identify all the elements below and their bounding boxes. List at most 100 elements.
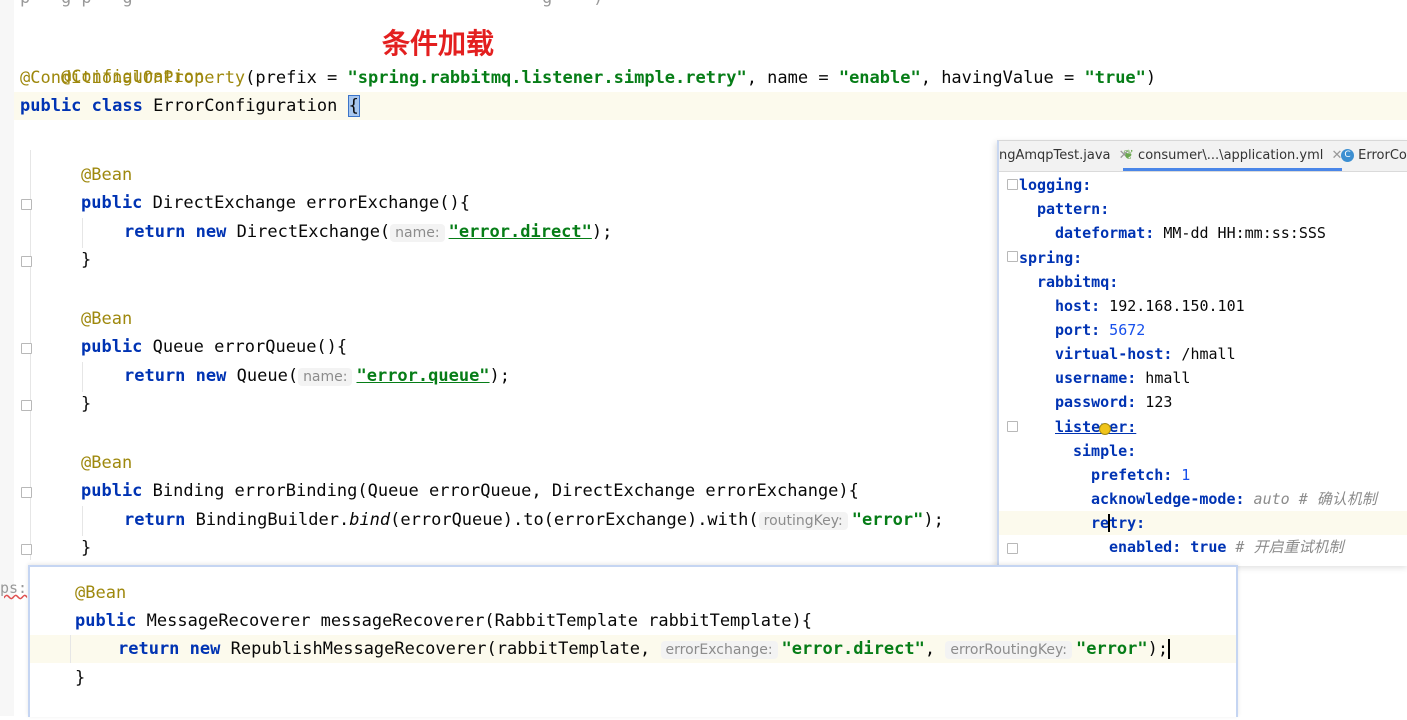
string-argument: "error" [851, 510, 924, 530]
closing-brace: } [81, 534, 91, 562]
yml-line[interactable]: port: 5672 [1055, 318, 1145, 342]
yml-value: 192.168.150.101 [1100, 297, 1245, 315]
parameter-hint: errorRoutingKey: [945, 641, 1072, 659]
closing-brace-text: } [75, 668, 86, 688]
closing-brace-text: } [81, 250, 92, 270]
yml-line[interactable]: virtual-host: /hmall [1055, 342, 1236, 366]
bean-annotation-text: @Bean [81, 165, 133, 185]
yml-value: /hmall [1172, 345, 1236, 363]
closing-brace: } [75, 664, 85, 692]
yml-key: simple: [1073, 442, 1137, 460]
bean-annotation: @Bean [75, 579, 126, 607]
yml-value: true [1181, 538, 1227, 556]
builder-class: BindingBuilder. [195, 510, 350, 530]
annotation-title: 条件加载 [382, 27, 495, 60]
closing-brace-text: } [81, 538, 92, 558]
having-value: "true" [1084, 68, 1146, 88]
method-signature-text: MessageRecoverer messageRecoverer(Rabbit… [146, 611, 812, 631]
yml-line[interactable]: password: 123 [1055, 390, 1172, 414]
bean-annotation: @Bean [81, 161, 132, 189]
constructor-call: DirectExchange( [236, 222, 391, 242]
yml-line[interactable]: simple: [1073, 439, 1136, 463]
yml-key: dateformat: [1055, 224, 1155, 242]
fold-icon[interactable] [21, 544, 32, 555]
yml-line[interactable]: username: hmall [1055, 366, 1190, 390]
yml-line[interactable]: pattern: [1037, 197, 1109, 221]
tab-error-config[interactable]: C ErrorCon [1341, 141, 1407, 171]
yml-line[interactable]: retry: [1091, 511, 1145, 535]
yml-line[interactable]: spring: [1019, 246, 1082, 270]
yml-line[interactable]: logging: [1019, 173, 1091, 197]
yml-line[interactable]: enabled: true # 开启重试机制 [1109, 535, 1344, 559]
yml-preview-panel[interactable]: ngAmqpTest.java ✕ ❦ consumer\...\applica… [997, 140, 1407, 566]
yml-comment: # 确认机制 [1289, 490, 1377, 508]
yml-key: host: [1055, 297, 1101, 315]
fold-icon[interactable] [21, 487, 32, 498]
yml-line[interactable]: prefetch: 1 [1091, 463, 1190, 487]
fold-icon[interactable] [1007, 421, 1018, 432]
fold-icon[interactable] [21, 256, 32, 267]
string-argument: "error.queue" [356, 366, 490, 386]
yml-key: listener: [1055, 418, 1137, 436]
constructor-call: RepublishMessageRecoverer(rabbitTemplate… [230, 639, 661, 659]
constructor-call: Queue( [236, 366, 299, 386]
fold-icon[interactable] [1007, 179, 1018, 190]
yml-key: username: [1055, 369, 1137, 387]
method-chain: (errorQueue).to(errorExchange).with( [390, 510, 759, 530]
tab-amqp-test[interactable]: ngAmqpTest.java ✕ [999, 141, 1130, 171]
class-declaration-line[interactable]: public class ErrorConfiguration { [20, 92, 360, 120]
parameter-hint: name: [390, 224, 445, 242]
yml-line[interactable]: listener: [1055, 415, 1136, 439]
tab-bar: ngAmqpTest.java ✕ ❦ consumer\...\applica… [999, 141, 1407, 172]
method-signature[interactable]: public Binding errorBinding(Queue errorQ… [81, 477, 859, 505]
name-key: , name = [746, 68, 839, 88]
indent-guide [82, 506, 83, 536]
fold-icon[interactable] [1007, 251, 1018, 262]
text-caret [1168, 639, 1171, 659]
yml-key: password: [1055, 393, 1137, 411]
public-keyword: public [81, 193, 143, 213]
parameter-hint: routingKey: [758, 512, 848, 530]
yml-key: port: [1055, 321, 1101, 339]
configuration-annotation-line[interactable]: @Configuration [20, 35, 204, 87]
recoverer-code-panel[interactable]: @Bean public MessageRecoverer messageRec… [28, 565, 1238, 717]
fold-icon[interactable] [21, 199, 32, 210]
method-signature-text: Binding errorBinding(Queue errorQueue, D… [152, 481, 859, 501]
fold-icon[interactable] [21, 400, 32, 411]
class-icon: C [1341, 149, 1354, 162]
yml-key: pattern: [1037, 200, 1110, 218]
return-statement[interactable]: return new RepublishMessageRecoverer(rab… [118, 635, 1171, 663]
return-statement[interactable]: return new Queue(name: "error.queue"); [124, 362, 510, 390]
method-signature-text: Queue errorQueue(){ [152, 337, 348, 357]
fold-icon[interactable] [21, 343, 32, 354]
yml-line[interactable]: dateformat: MM-dd HH:mm:ss:SSS [1055, 221, 1326, 245]
yml-line[interactable]: rabbitmq: [1037, 270, 1118, 294]
new-keyword: new [189, 639, 221, 659]
editor-gutter [0, 0, 14, 716]
method-signature[interactable]: public MessageRecoverer messageRecoverer… [75, 607, 812, 635]
fold-icon[interactable] [1007, 543, 1018, 554]
tab-application-yml[interactable]: ❦ consumer\...\application.yml ✕ [1123, 141, 1343, 171]
bean-annotation: @Bean [81, 449, 132, 477]
statement-tail: ); [591, 222, 613, 242]
public-keyword: public [81, 481, 143, 501]
yml-key: logging: [1019, 176, 1092, 194]
matched-brace: { [347, 95, 360, 117]
yml-key: retry: [1091, 514, 1146, 532]
mouse-cursor-icon [1099, 423, 1111, 435]
return-statement[interactable]: return new DirectExchange(name: "error.di… [124, 218, 612, 246]
current-line-highlight [999, 511, 1407, 535]
statement-tail: ); [489, 366, 511, 386]
having-key: , havingValue = [920, 68, 1085, 88]
method-signature[interactable]: public Queue errorQueue(){ [81, 333, 347, 361]
statement-tail: ); [1147, 639, 1169, 659]
yml-file-icon: ❦ [1123, 148, 1134, 163]
conditional-annotation-line[interactable]: @ConditionalOnProperty(prefix = "spring.… [20, 64, 1156, 92]
method-signature[interactable]: public DirectExchange errorExchange(){ [81, 189, 470, 217]
string-argument: "error.direct" [781, 639, 925, 659]
return-statement[interactable]: return BindingBuilder.bind(errorQueue).t… [124, 506, 944, 534]
yml-line[interactable]: acknowledge-mode: auto # 确认机制 [1091, 487, 1377, 511]
yml-key: acknowledge-mode: [1091, 490, 1245, 508]
yml-line[interactable]: host: 192.168.150.101 [1055, 294, 1245, 318]
return-keyword: return [124, 222, 186, 242]
